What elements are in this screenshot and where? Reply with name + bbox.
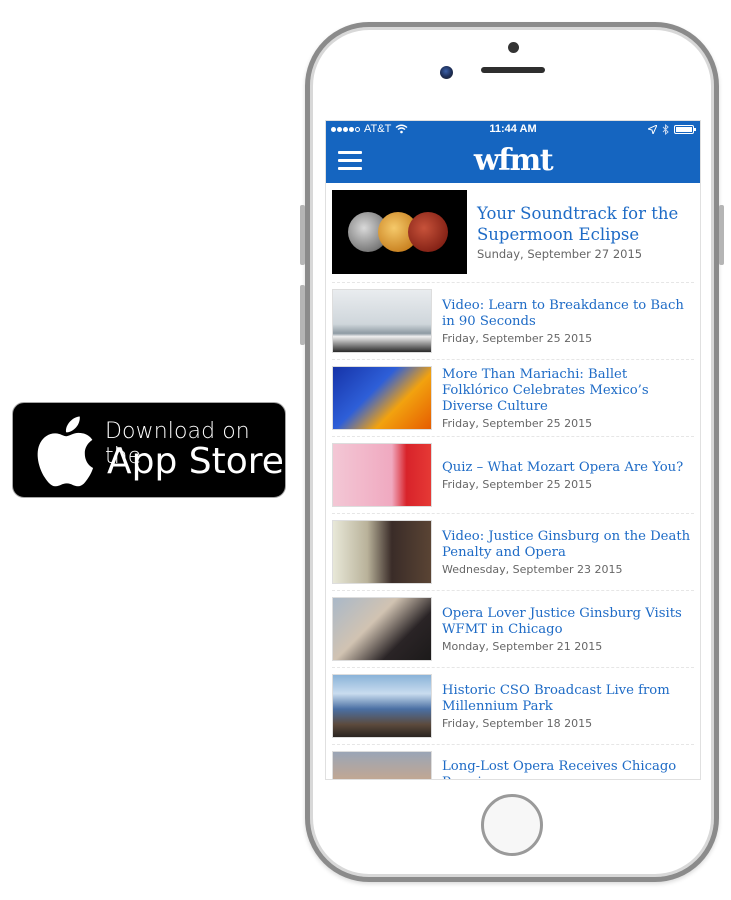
wfmt-logo[interactable]: wfmt bbox=[326, 143, 700, 178]
mute-switch bbox=[300, 205, 305, 265]
badge-line-2: App Store bbox=[107, 441, 284, 482]
ginsburg-portrait-image bbox=[332, 597, 432, 661]
ballet-folklorico-dancers-image bbox=[332, 366, 432, 430]
volume-button bbox=[300, 285, 305, 345]
article-title[interactable]: Your Soundtrack for the Supermoon Eclips… bbox=[477, 203, 694, 245]
article-item[interactable]: Opera Lover Justice Ginsburg Visits WFMT… bbox=[332, 591, 694, 668]
article-title[interactable]: Opera Lover Justice Ginsburg Visits WFMT… bbox=[442, 606, 694, 638]
article-item[interactable]: Video: Justice Ginsburg on the Death Pen… bbox=[332, 514, 694, 591]
article-title[interactable]: Long-Lost Opera Receives Chicago Premier… bbox=[442, 759, 694, 779]
article-date: Friday, September 25 2015 bbox=[442, 416, 593, 430]
article-feed: Your Soundtrack for the Supermoon Eclips… bbox=[326, 183, 700, 779]
article-date: Friday, September 25 2015 bbox=[442, 331, 593, 345]
article-item[interactable]: Historic CSO Broadcast Live from Millenn… bbox=[332, 668, 694, 745]
power-button bbox=[719, 205, 724, 265]
article-item[interactable]: Long-Lost Opera Receives Chicago Premier… bbox=[332, 745, 694, 779]
status-time: 11:44 AM bbox=[489, 123, 537, 135]
bluetooth-icon bbox=[662, 124, 669, 135]
article-title[interactable]: Video: Learn to Breakdance to Bach in 90… bbox=[442, 298, 694, 330]
home-button[interactable] bbox=[481, 794, 543, 856]
front-camera bbox=[440, 66, 453, 79]
article-item[interactable]: Your Soundtrack for the Supermoon Eclips… bbox=[332, 183, 694, 283]
article-date: Sunday, September 27 2015 bbox=[477, 247, 643, 261]
mozart-illustration-image bbox=[332, 443, 432, 507]
article-item[interactable]: Video: Learn to Breakdance to Bach in 90… bbox=[332, 283, 694, 360]
article-item[interactable]: More Than Mariachi: Ballet Folklórico Ce… bbox=[332, 360, 694, 437]
article-date: Friday, September 25 2015 bbox=[442, 477, 593, 491]
earpiece-speaker bbox=[481, 67, 545, 73]
app-store-badge[interactable]: Download on the App Store bbox=[12, 402, 286, 498]
breakdance-piano-hall-image bbox=[332, 289, 432, 353]
location-arrow-icon bbox=[648, 125, 657, 134]
article-date: Wednesday, September 23 2015 bbox=[442, 562, 623, 576]
article-title[interactable]: Historic CSO Broadcast Live from Millenn… bbox=[442, 683, 694, 715]
apple-logo-icon bbox=[37, 416, 94, 487]
opera-score-reader-image bbox=[332, 751, 432, 779]
article-date: Friday, September 18 2015 bbox=[442, 716, 593, 730]
article-title[interactable]: More Than Mariachi: Ballet Folklórico Ce… bbox=[442, 367, 694, 415]
nav-bar: wfmt bbox=[326, 139, 700, 183]
ginsburg-studio-image bbox=[332, 520, 432, 584]
supermoon-eclipse-image bbox=[332, 190, 467, 274]
article-date: Monday, September 21 2015 bbox=[442, 639, 603, 653]
status-bar: AT&T 11:44 AM bbox=[326, 121, 700, 139]
proximity-sensor bbox=[508, 42, 519, 53]
battery-icon bbox=[674, 125, 696, 134]
article-title[interactable]: Quiz – What Mozart Opera Are You? bbox=[442, 460, 683, 476]
phone-screen: AT&T 11:44 AM wfmt Your Soundtrack for t… bbox=[325, 120, 701, 780]
article-title[interactable]: Video: Justice Ginsburg on the Death Pen… bbox=[442, 529, 694, 561]
millennium-park-orchestra-image bbox=[332, 674, 432, 738]
article-item[interactable]: Quiz – What Mozart Opera Are You? Friday… bbox=[332, 437, 694, 514]
